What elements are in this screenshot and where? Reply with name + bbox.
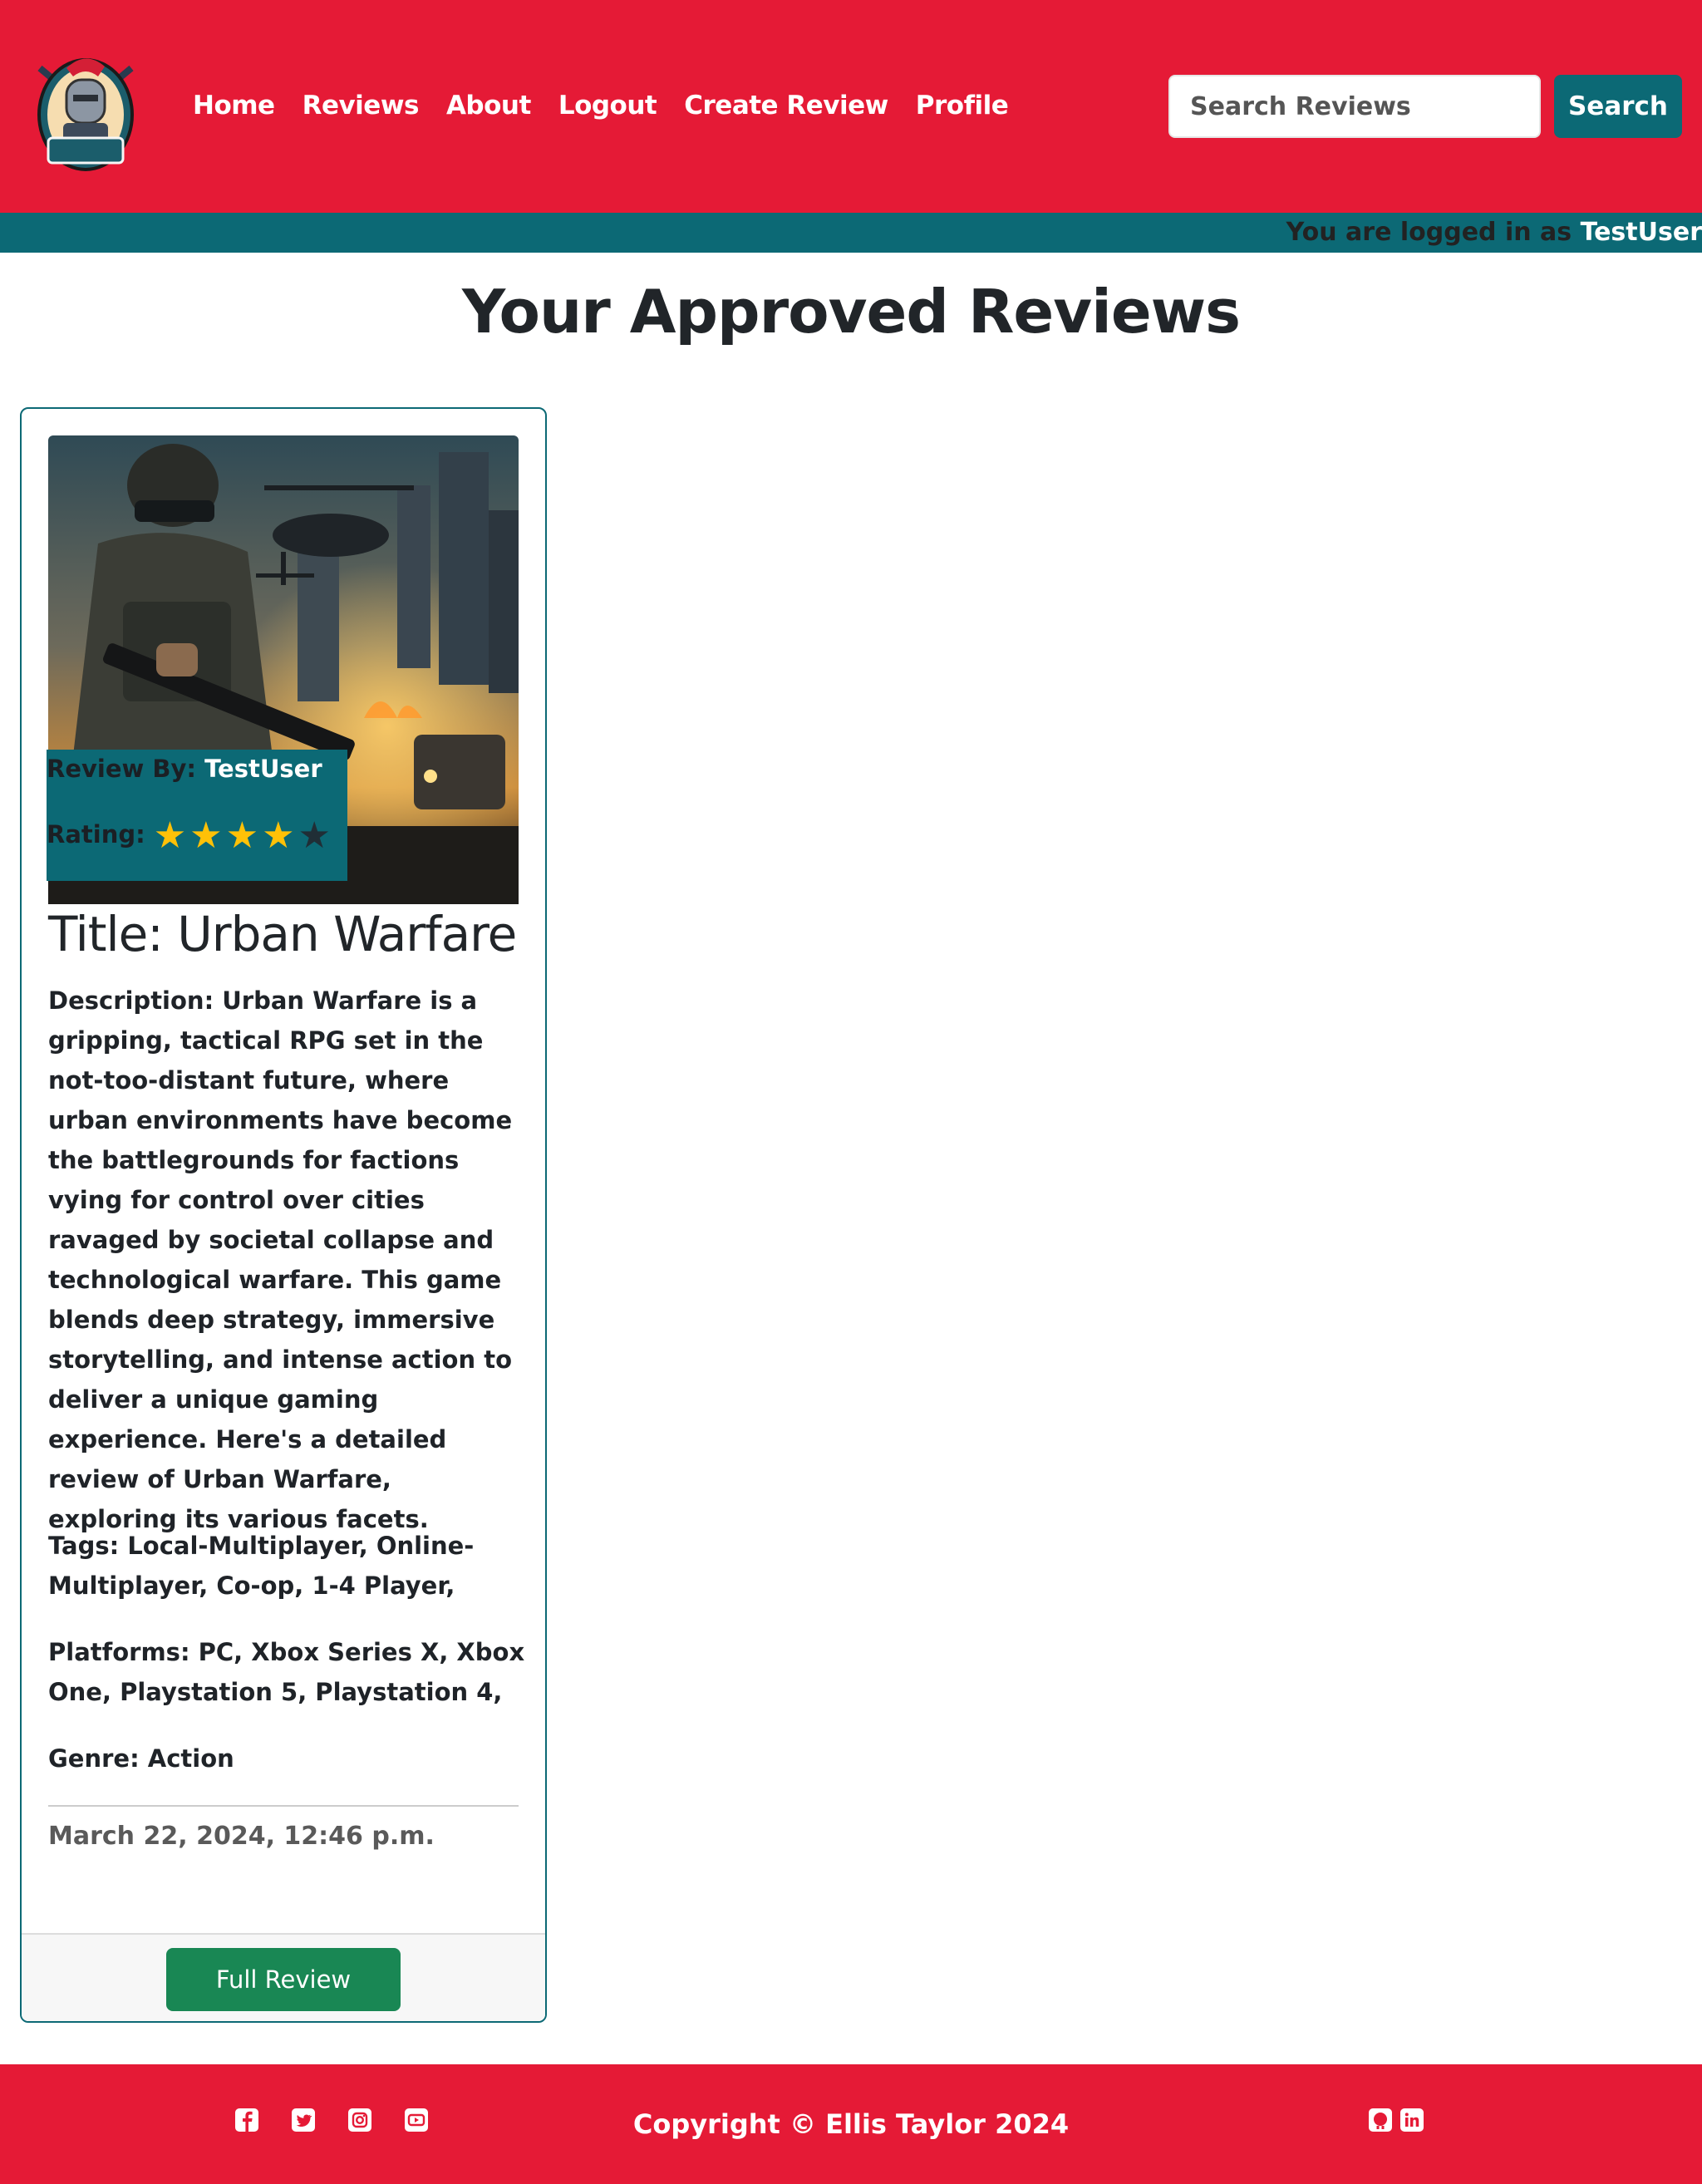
review-genre: Genre: Action	[48, 1744, 234, 1773]
full-review-button[interactable]: Full Review	[166, 1948, 401, 2011]
review-platforms: Platforms: PC, Xbox Series X, Xbox One, …	[48, 1638, 525, 1706]
review-card: Review By: TestUser Rating: ★★★★★ Title: …	[20, 407, 547, 2023]
nav-reviews[interactable]: Reviews	[303, 91, 420, 121]
nav-profile[interactable]: Profile	[916, 91, 1009, 121]
star-filled-icon: ★	[189, 814, 223, 857]
footer-copyright: Copyright © Ellis Taylor 2024	[632, 2108, 1070, 2140]
knight-logo-icon	[37, 58, 134, 171]
star-empty-icon: ★	[298, 814, 331, 857]
site-logo[interactable]	[33, 52, 138, 175]
star-filled-icon: ★	[225, 814, 259, 857]
review-title: Title: Urban Warfare	[48, 906, 517, 962]
nav-home[interactable]: Home	[193, 91, 275, 121]
login-username: TestUser	[1580, 218, 1702, 247]
card-divider	[48, 1805, 519, 1807]
review-meta-overlay: Review By: TestUser Rating: ★★★★★	[47, 750, 347, 881]
card-footer: Full Review	[22, 1933, 545, 2021]
review-tags: Tags: Local-Multiplayer, Online-Multipla…	[48, 1532, 475, 1600]
login-status-prefix: You are logged in as	[1286, 218, 1581, 247]
review-date: March 22, 2024, 12:46 p.m.	[48, 1822, 435, 1851]
star-filled-icon: ★	[153, 814, 187, 857]
main-nav: Home Reviews About Logout Create Review …	[193, 83, 1035, 128]
login-status-bar: You are logged in as TestUser	[0, 213, 1702, 253]
rating-stars: ★★★★★	[154, 818, 334, 854]
page-title: Your Approved Reviews	[461, 277, 1241, 347]
nav-logout[interactable]: Logout	[558, 91, 657, 121]
login-status: You are logged in as TestUser	[1286, 213, 1702, 253]
review-by: Review By: TestUser	[47, 755, 322, 783]
star-filled-icon: ★	[262, 814, 295, 857]
search-input[interactable]	[1168, 75, 1541, 138]
nav-about[interactable]: About	[446, 91, 531, 121]
site-header: Home Reviews About Logout Create Review …	[0, 0, 1702, 213]
review-rating: Rating: ★★★★★	[47, 818, 334, 854]
review-description: Description: Urban Warfare is a gripping…	[48, 986, 513, 1533]
nav-create-review[interactable]: Create Review	[684, 91, 888, 121]
rating-label: Rating:	[47, 820, 145, 849]
search-button[interactable]: Search	[1554, 75, 1682, 138]
review-by-label: Review By:	[47, 755, 197, 783]
review-author: TestUser	[204, 755, 322, 783]
